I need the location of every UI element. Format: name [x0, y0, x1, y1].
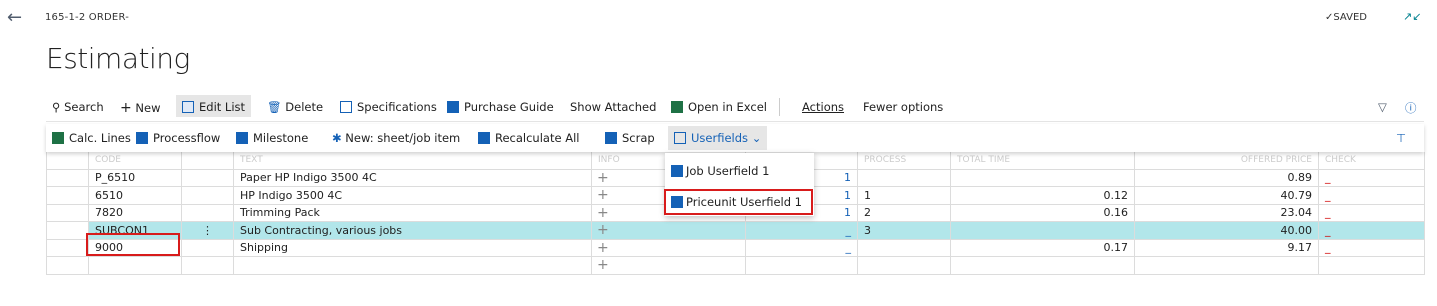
- userfield-icon: [671, 165, 683, 177]
- recalculate-all-button[interactable]: Recalculate All: [478, 131, 579, 145]
- job-userfield-1-option[interactable]: Job Userfield 1: [671, 164, 769, 178]
- plus-icon: +: [120, 100, 132, 116]
- info-icon[interactable]: ⓘ: [1405, 100, 1417, 116]
- processflow-icon: [136, 132, 148, 144]
- scrap-icon: [605, 132, 617, 144]
- purchase-guide-icon: [447, 101, 459, 113]
- row-menu-icon[interactable]: ⋮: [181, 221, 234, 240]
- open-in-excel-button[interactable]: Open in Excel: [671, 100, 767, 114]
- userfields-button[interactable]: Userfields ⌄: [668, 126, 768, 150]
- pin-icon[interactable]: ⊤: [1396, 131, 1406, 145]
- table-row[interactable]: 9000 Shipping + _ 0.17 9.17 _: [46, 238, 1425, 257]
- filter-icon[interactable]: ▽: [1378, 100, 1387, 114]
- chevron-down-icon: ⌄: [751, 131, 762, 145]
- sub-action-bar: Calc. Lines Processflow Milestone ✱ New:…: [46, 124, 1424, 152]
- fewer-options-button[interactable]: Fewer options: [863, 100, 943, 114]
- search-button[interactable]: ⚲ Search: [52, 100, 104, 114]
- milestone-icon: [236, 132, 248, 144]
- delete-button[interactable]: 🗑 Delete: [267, 100, 323, 114]
- collapse-icon[interactable]: ↗↙: [1403, 10, 1421, 23]
- top-bar: ← 165-1-2 ORDER- ✓SAVED ↗↙: [0, 0, 1437, 36]
- purchase-guide-button[interactable]: Purchase Guide: [447, 100, 554, 114]
- actions-tab[interactable]: Actions: [802, 100, 844, 114]
- excel-icon: [671, 101, 683, 113]
- userfields-icon: [674, 132, 686, 144]
- new-button[interactable]: + New: [120, 100, 160, 116]
- calc-lines-icon: [52, 132, 64, 144]
- specifications-button[interactable]: Specifications: [340, 100, 437, 114]
- table-row-selected[interactable]: SUBCON1 ⋮ Sub Contracting, various jobs + _ 3…: [46, 221, 1425, 240]
- add-icon[interactable]: +: [591, 256, 746, 275]
- add-icon[interactable]: +: [591, 238, 746, 257]
- scrap-button[interactable]: Scrap: [605, 131, 655, 145]
- highlight-subcon1: [86, 233, 180, 256]
- processflow-button[interactable]: Processflow: [136, 131, 220, 145]
- record-title: 165-1-2 ORDER-: [45, 12, 129, 23]
- recalculate-icon: [478, 132, 490, 144]
- action-bar: ⚲ Search + New Edit List 🗑 Delete Specif…: [46, 94, 1424, 122]
- new-sheet-button[interactable]: ✱ New: sheet/job item: [332, 131, 460, 145]
- calc-lines-button[interactable]: Calc. Lines: [52, 131, 131, 145]
- star-icon: ✱: [332, 131, 342, 145]
- divider: [779, 98, 780, 116]
- search-icon: ⚲: [52, 100, 61, 114]
- show-attached-button[interactable]: Show Attached: [570, 100, 656, 114]
- trash-icon: 🗑: [267, 100, 282, 114]
- table-row-empty[interactable]: +: [46, 256, 1425, 275]
- highlight-priceunit: [664, 189, 813, 215]
- saved-status: ✓SAVED: [1325, 12, 1367, 23]
- edit-list-button[interactable]: Edit List: [176, 95, 252, 117]
- milestone-button[interactable]: Milestone: [236, 131, 308, 145]
- back-arrow-icon[interactable]: ←: [7, 9, 29, 29]
- edit-list-icon: [182, 101, 194, 113]
- page-title: Estimating: [46, 42, 190, 75]
- add-icon[interactable]: +: [591, 221, 746, 240]
- specifications-icon: [340, 101, 352, 113]
